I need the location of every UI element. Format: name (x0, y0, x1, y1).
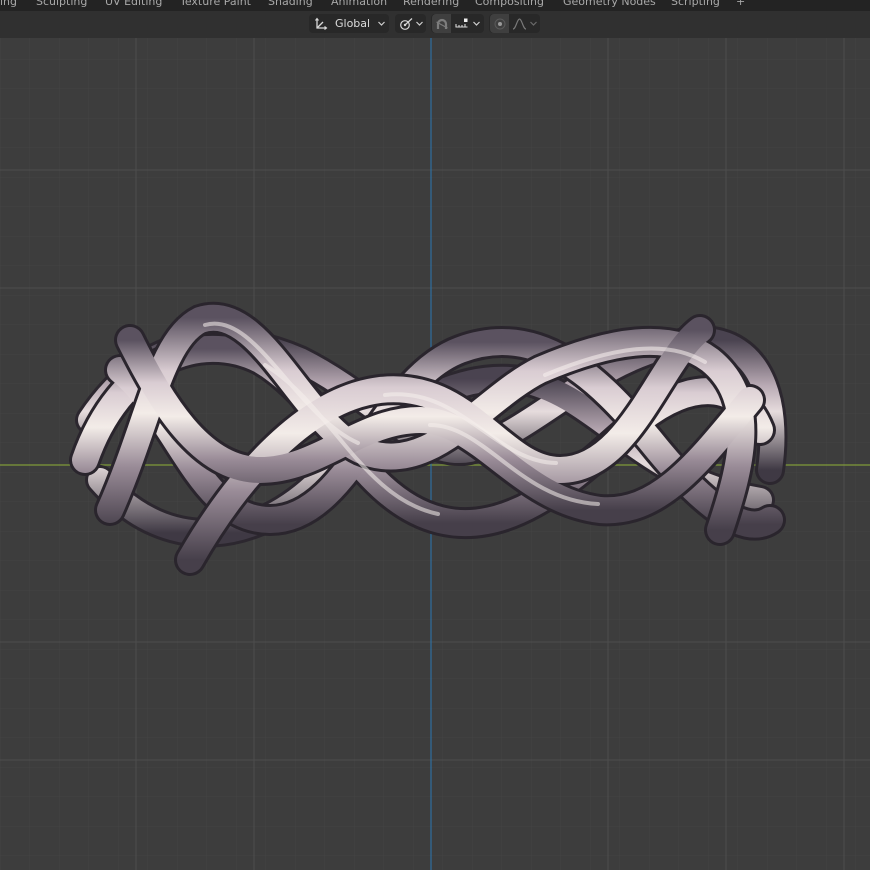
tab-shading[interactable]: Shading (268, 0, 313, 11)
transform-orientation-dropdown[interactable]: Global (309, 14, 389, 33)
tab-texture-paint[interactable]: Texture Paint (180, 0, 251, 11)
tab-layout[interactable]: ing (0, 0, 17, 11)
snapping-group (431, 14, 484, 33)
tab-scripting[interactable]: Scripting (671, 0, 720, 11)
snap-increment-icon[interactable] (452, 14, 470, 33)
tab-geometry-nodes[interactable]: Geometry Nodes (563, 0, 656, 11)
viewport-header: Global (0, 11, 870, 38)
workspace-tab-bar: ing Sculpting UV Editing Texture Paint S… (0, 0, 870, 11)
3d-viewport[interactable] (0, 38, 870, 870)
pivot-point-icon (398, 14, 414, 33)
tab-sculpting[interactable]: Sculpting (36, 0, 87, 11)
chevron-down-icon (377, 14, 386, 33)
tab-uv-editing[interactable]: UV Editing (105, 0, 162, 11)
pivot-point-dropdown[interactable] (395, 14, 426, 33)
tab-rendering[interactable]: Rendering (403, 0, 459, 11)
chevron-down-icon (415, 14, 424, 33)
proportional-editing-group (489, 14, 540, 33)
blender-window: ing Sculpting UV Editing Texture Paint S… (0, 0, 870, 870)
snap-magnet-icon[interactable] (432, 14, 451, 33)
transform-orientation-icon (313, 14, 329, 33)
viewport-canvas (0, 38, 870, 870)
proportional-editing-icon[interactable] (490, 14, 509, 33)
transform-orientation-value: Global (335, 17, 371, 30)
chevron-down-icon (529, 14, 538, 33)
falloff-curve-icon[interactable] (510, 14, 528, 33)
tab-compositing[interactable]: Compositing (475, 0, 544, 11)
tab-animation[interactable]: Animation (331, 0, 387, 11)
chevron-down-icon (472, 14, 481, 33)
add-workspace-button[interactable]: + (736, 0, 745, 11)
